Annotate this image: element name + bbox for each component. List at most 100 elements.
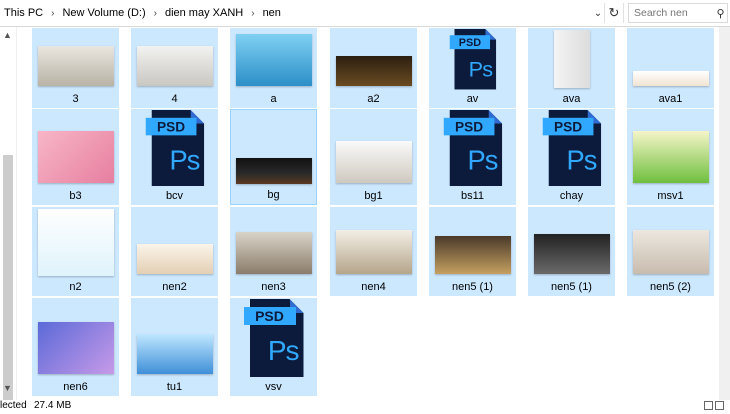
selection-size: 27.4 MB <box>34 400 72 411</box>
file-item[interactable]: b3 <box>32 109 119 205</box>
breadcrumb-nen[interactable]: nen <box>263 7 281 19</box>
scroll-up-icon[interactable]: ▲ <box>3 30 12 40</box>
address-bar[interactable]: This PC › New Volume (D:) › dien may XAN… <box>0 0 730 27</box>
large-icons-view-icon[interactable] <box>715 401 724 410</box>
psd-label: PSD <box>443 117 494 136</box>
breadcrumb-dien-may-xanh[interactable]: dien may XANH <box>165 7 243 19</box>
file-item[interactable]: 4 <box>131 28 218 108</box>
file-item[interactable]: bg1 <box>330 109 417 205</box>
file-item[interactable]: nen4 <box>330 207 417 296</box>
ps-label: Ps <box>267 335 300 366</box>
file-grid: 3 4 a a2 PSD Ps av ava ava1 b3 PSD Ps bcv bg bg1 PSD Ps b… <box>16 27 730 400</box>
file-name: 3 <box>72 93 79 105</box>
search-box[interactable]: ⚲ <box>628 3 728 23</box>
file-item[interactable]: PSD Ps vsv <box>230 298 317 396</box>
file-item[interactable]: nen3 <box>230 207 317 296</box>
navigation-pane[interactable]: ▲ ▼ <box>0 27 17 407</box>
photoshop-file-icon: PSD Ps <box>449 28 496 90</box>
photoshop-file-icon: PSD Ps <box>145 109 204 187</box>
file-name: bg <box>267 189 280 201</box>
image-thumbnail <box>136 334 213 374</box>
file-item[interactable]: nen5 (1) <box>429 207 516 296</box>
image-thumbnail <box>335 141 412 183</box>
details-view-icon[interactable] <box>704 401 713 410</box>
file-item[interactable]: PSD Ps bcv <box>131 109 218 205</box>
image-thumbnail <box>632 131 709 183</box>
psd-label: PSD <box>145 117 196 136</box>
file-name: bg1 <box>364 190 383 202</box>
file-name: chay <box>559 190 584 202</box>
nav-scrollbar-thumb[interactable] <box>3 155 13 407</box>
photoshop-file-icon: PSD Ps <box>542 109 601 187</box>
file-item[interactable]: nen2 <box>131 207 218 296</box>
file-name: tu1 <box>166 381 183 393</box>
file-name: n2 <box>69 281 82 293</box>
file-name: b3 <box>69 190 82 202</box>
ps-label: Ps <box>168 145 200 176</box>
file-name: ava1 <box>658 93 683 105</box>
file-name: nen5 (1) <box>452 281 493 293</box>
vertical-scrollbar[interactable] <box>719 27 730 400</box>
file-name: bs11 <box>460 190 485 202</box>
image-thumbnail <box>533 234 610 274</box>
file-name: bcv <box>165 190 184 202</box>
file-name: av <box>466 93 479 105</box>
file-name: nen5 (2) <box>650 281 691 293</box>
file-name: nen6 <box>63 381 88 393</box>
image-thumbnail <box>335 56 412 86</box>
file-item[interactable]: n2 <box>32 207 119 296</box>
file-item[interactable]: nen5 (2) <box>627 207 714 296</box>
search-icon[interactable]: ⚲ <box>714 7 727 20</box>
breadcrumb-this-pc[interactable]: This PC <box>4 7 43 19</box>
file-name: a <box>270 93 277 105</box>
file-item[interactable]: ava1 <box>627 28 714 108</box>
image-thumbnail <box>553 30 590 88</box>
file-item[interactable]: 3 <box>32 28 119 108</box>
file-item[interactable]: bg <box>230 109 317 205</box>
photoshop-file-icon: PSD Ps <box>243 299 304 377</box>
breadcrumb-separator[interactable]: › <box>154 8 157 19</box>
image-thumbnail <box>37 131 114 183</box>
image-thumbnail <box>434 236 511 274</box>
photoshop-file-icon: PSD Ps <box>443 109 502 187</box>
file-item[interactable]: tu1 <box>131 298 218 396</box>
image-thumbnail <box>235 34 312 86</box>
image-thumbnail <box>632 230 709 274</box>
refresh-icon[interactable]: ↻ <box>604 3 624 23</box>
file-item[interactable]: PSD Ps chay <box>528 109 615 205</box>
breadcrumb[interactable]: This PC › New Volume (D:) › dien may XAN… <box>4 0 602 26</box>
status-bar: lected 27.4 MB <box>0 400 730 412</box>
file-name: 4 <box>171 93 178 105</box>
file-item[interactable]: PSD Ps av <box>429 28 516 108</box>
psd-label: PSD <box>243 307 296 325</box>
file-name: vsv <box>265 381 282 393</box>
image-thumbnail <box>235 158 312 184</box>
file-item[interactable]: nen5 (1) <box>528 207 615 296</box>
file-item[interactable]: a2 <box>330 28 417 108</box>
search-input[interactable] <box>629 5 714 21</box>
scroll-down-icon[interactable]: ▼ <box>3 383 12 393</box>
image-thumbnail <box>235 232 312 274</box>
file-item[interactable]: msv1 <box>627 109 714 205</box>
file-name: a2 <box>367 93 380 105</box>
file-name: nen5 (1) <box>551 281 592 293</box>
ps-label: Ps <box>466 145 498 176</box>
file-name: nen4 <box>361 281 386 293</box>
view-toggle[interactable] <box>704 401 728 411</box>
ps-label: Ps <box>565 145 597 176</box>
breadcrumb-new-volume[interactable]: New Volume (D:) <box>62 7 145 19</box>
image-thumbnail <box>632 71 709 86</box>
selection-status: lected <box>0 400 27 411</box>
file-item[interactable]: a <box>230 28 317 108</box>
psd-label: PSD <box>542 117 593 136</box>
image-thumbnail <box>136 46 213 86</box>
breadcrumb-separator[interactable]: › <box>251 8 254 19</box>
image-thumbnail <box>37 322 114 374</box>
breadcrumb-separator[interactable]: › <box>51 8 54 19</box>
file-name: ava <box>562 93 581 105</box>
ps-label: Ps <box>468 56 493 81</box>
file-item[interactable]: ava <box>528 28 615 108</box>
image-thumbnail <box>335 230 412 274</box>
file-item[interactable]: PSD Ps bs11 <box>429 109 516 205</box>
file-item[interactable]: nen6 <box>32 298 119 396</box>
